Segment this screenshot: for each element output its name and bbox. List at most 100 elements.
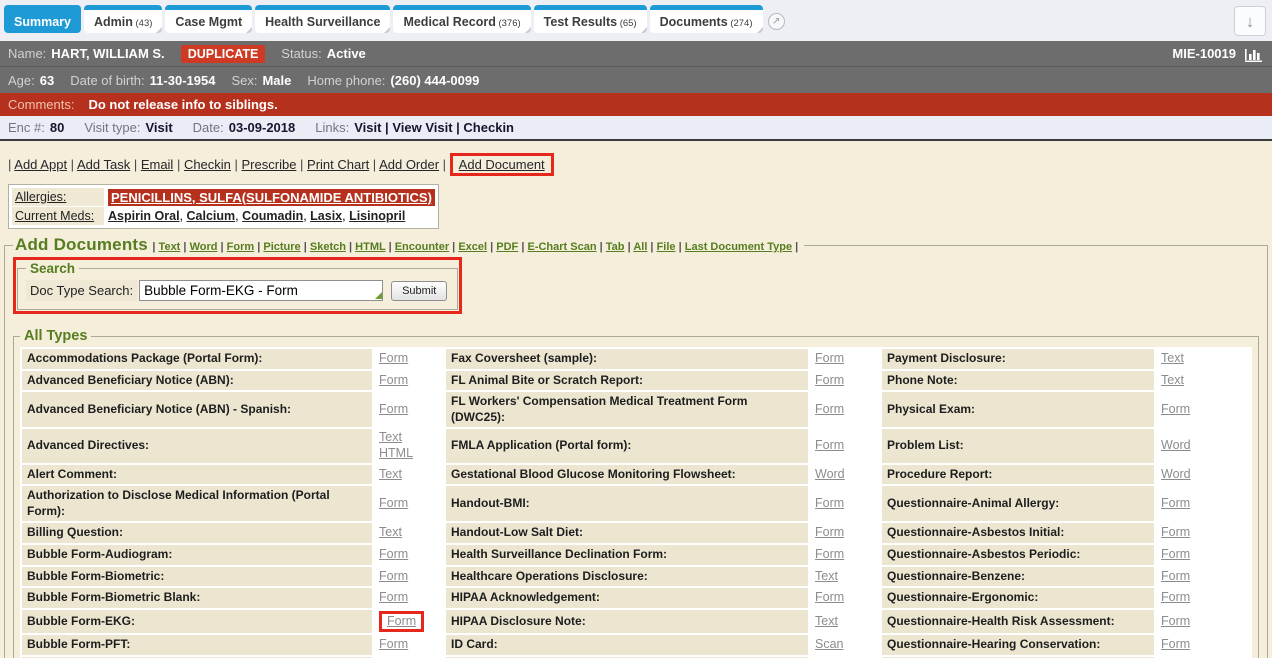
encounter-link-visit[interactable]: Visit xyxy=(354,120,381,135)
med-link-calcium[interactable]: Calcium xyxy=(187,209,236,223)
link-form[interactable]: Form xyxy=(379,402,408,416)
link-form[interactable]: Form xyxy=(1161,637,1190,651)
med-link-lisinopril[interactable]: Lisinopril xyxy=(349,209,405,223)
link-word[interactable]: Word xyxy=(1161,467,1191,481)
doc-type-row: Bubble Form-Biometric Blank:FormHIPAA Ac… xyxy=(22,588,1250,608)
tab-documents[interactable]: Documents (274) xyxy=(650,5,763,33)
link-form[interactable]: Form xyxy=(379,351,408,365)
action-print-chart[interactable]: Print Chart xyxy=(307,157,369,172)
encounter-link-checkin[interactable]: Checkin xyxy=(463,120,514,135)
link-text[interactable]: Text xyxy=(379,525,402,539)
link-form[interactable]: Form xyxy=(379,637,408,651)
link-form[interactable]: Form xyxy=(1161,569,1190,583)
link-word[interactable]: Word xyxy=(815,467,845,481)
doc-type-link-last-document-type[interactable]: Last Document Type xyxy=(685,241,792,253)
doc-type-link-encounter[interactable]: Encounter xyxy=(395,241,449,253)
doc-type-links-cell: Form xyxy=(1156,610,1250,634)
action-add-document[interactable]: Add Document xyxy=(459,157,545,172)
tab-bar-tabs: SummaryAdmin (43)Case MgmtHealth Surveil… xyxy=(4,5,763,33)
action-email[interactable]: Email xyxy=(141,157,174,172)
doc-type-links-cell: Form xyxy=(374,567,444,587)
allergies-row: Allergies: PENICILLINS, SULFA(SULFONAMID… xyxy=(12,188,435,206)
link-form[interactable]: Form xyxy=(1161,614,1190,628)
link-word[interactable]: Word xyxy=(1161,438,1191,452)
link-form[interactable]: Form xyxy=(379,590,408,604)
doc-type-link-file[interactable]: File xyxy=(657,241,676,253)
doc-type-link-word[interactable]: Word xyxy=(190,241,218,253)
action-checkin[interactable]: Checkin xyxy=(184,157,231,172)
tab-test-results[interactable]: Test Results (65) xyxy=(534,5,647,33)
duplicate-badge[interactable]: DUPLICATE xyxy=(181,45,266,63)
bar-chart-icon[interactable] xyxy=(1244,46,1264,62)
annotation-box-form-link: Form xyxy=(379,611,424,633)
link-form[interactable]: Form xyxy=(815,547,844,561)
tab-health-surveillance[interactable]: Health Surveillance xyxy=(255,5,390,33)
link-form[interactable]: Form xyxy=(815,590,844,604)
tab-admin[interactable]: Admin (43) xyxy=(84,5,162,33)
doc-type-link-form[interactable]: Form xyxy=(227,241,255,253)
tab-case-mgmt[interactable]: Case Mgmt xyxy=(165,5,252,33)
link-form[interactable]: Form xyxy=(815,496,844,510)
link-form[interactable]: Form xyxy=(815,351,844,365)
link-form[interactable]: Form xyxy=(815,438,844,452)
patient-header-bar: Name: HART, WILLIAM S. DUPLICATE Status:… xyxy=(0,41,1272,67)
link-form[interactable]: Form xyxy=(1161,590,1190,604)
encounter-link-view-visit[interactable]: View Visit xyxy=(392,120,452,135)
doc-type-label-gestational-blood-glucose-monitoring-flowsheet: Gestational Blood Glucose Monitoring Flo… xyxy=(446,465,808,485)
link-text[interactable]: Text xyxy=(379,430,402,444)
link-form[interactable]: Form xyxy=(379,373,408,387)
separator: | xyxy=(369,157,379,172)
submit-button[interactable]: Submit xyxy=(391,281,447,301)
doc-type-links-cell: Text xyxy=(1156,371,1250,391)
link-form[interactable]: Form xyxy=(387,614,416,628)
link-form[interactable]: Form xyxy=(815,402,844,416)
doc-type-links-cell: Form xyxy=(374,486,444,521)
link-form[interactable]: Form xyxy=(379,496,408,510)
separator: | xyxy=(217,241,226,253)
link-form[interactable]: Form xyxy=(379,547,408,561)
link-scan[interactable]: Scan xyxy=(815,637,844,651)
popout-icon[interactable]: ↗ xyxy=(768,13,785,30)
doc-type-link-text[interactable]: Text xyxy=(159,241,181,253)
tab-label: Test Results xyxy=(544,15,617,29)
doc-type-link-e-chart-scan[interactable]: E-Chart Scan xyxy=(527,241,596,253)
doc-type-link-all[interactable]: All xyxy=(633,241,647,253)
link-text[interactable]: Text xyxy=(815,569,838,583)
doc-type-link-sketch[interactable]: Sketch xyxy=(310,241,346,253)
allergies-value[interactable]: PENICILLINS, SULFA(SULFONAMIDE ANTIBIOTI… xyxy=(108,189,435,206)
link-form[interactable]: Form xyxy=(1161,525,1190,539)
link-form[interactable]: Form xyxy=(815,373,844,387)
link-text[interactable]: Text xyxy=(1161,351,1184,365)
tab-medical-record[interactable]: Medical Record (376) xyxy=(393,5,530,33)
doc-type-label-health-surveillance-declination-form: Health Surveillance Declination Form: xyxy=(446,545,808,565)
med-link-lasix[interactable]: Lasix xyxy=(310,209,342,223)
doc-type-links-cell: Form xyxy=(810,371,880,391)
header-collapse-button[interactable]: ↓ xyxy=(1234,6,1266,36)
link-form[interactable]: Form xyxy=(1161,496,1190,510)
current-meds-link[interactable]: Current Meds: xyxy=(12,207,104,225)
link-form[interactable]: Form xyxy=(379,569,408,583)
link-html[interactable]: HTML xyxy=(379,446,413,460)
med-link-coumadin[interactable]: Coumadin xyxy=(242,209,303,223)
link-text[interactable]: Text xyxy=(1161,373,1184,387)
doc-type-link-excel[interactable]: Excel xyxy=(458,241,487,253)
allergies-link[interactable]: Allergies: xyxy=(12,188,104,206)
link-text[interactable]: Text xyxy=(815,614,838,628)
link-form[interactable]: Form xyxy=(1161,547,1190,561)
action-add-task[interactable]: Add Task xyxy=(77,157,130,172)
med-link-aspirin-oral[interactable]: Aspirin Oral xyxy=(108,209,180,223)
doc-type-links-cell: Form xyxy=(1156,567,1250,587)
tab-summary[interactable]: Summary xyxy=(4,5,81,33)
doc-type-link-tab[interactable]: Tab xyxy=(606,241,625,253)
doc-type-link-picture[interactable]: Picture xyxy=(263,241,300,253)
doc-type-search-input[interactable] xyxy=(139,280,383,301)
action-prescribe[interactable]: Prescribe xyxy=(242,157,297,172)
action-add-order[interactable]: Add Order xyxy=(379,157,439,172)
link-form[interactable]: Form xyxy=(815,525,844,539)
doc-type-link-pdf[interactable]: PDF xyxy=(496,241,518,253)
doc-type-link-html[interactable]: HTML xyxy=(355,241,385,253)
doc-type-label-physical-exam: Physical Exam: xyxy=(882,392,1154,427)
link-form[interactable]: Form xyxy=(1161,402,1190,416)
link-text[interactable]: Text xyxy=(379,467,402,481)
action-add-appt[interactable]: Add Appt xyxy=(14,157,67,172)
